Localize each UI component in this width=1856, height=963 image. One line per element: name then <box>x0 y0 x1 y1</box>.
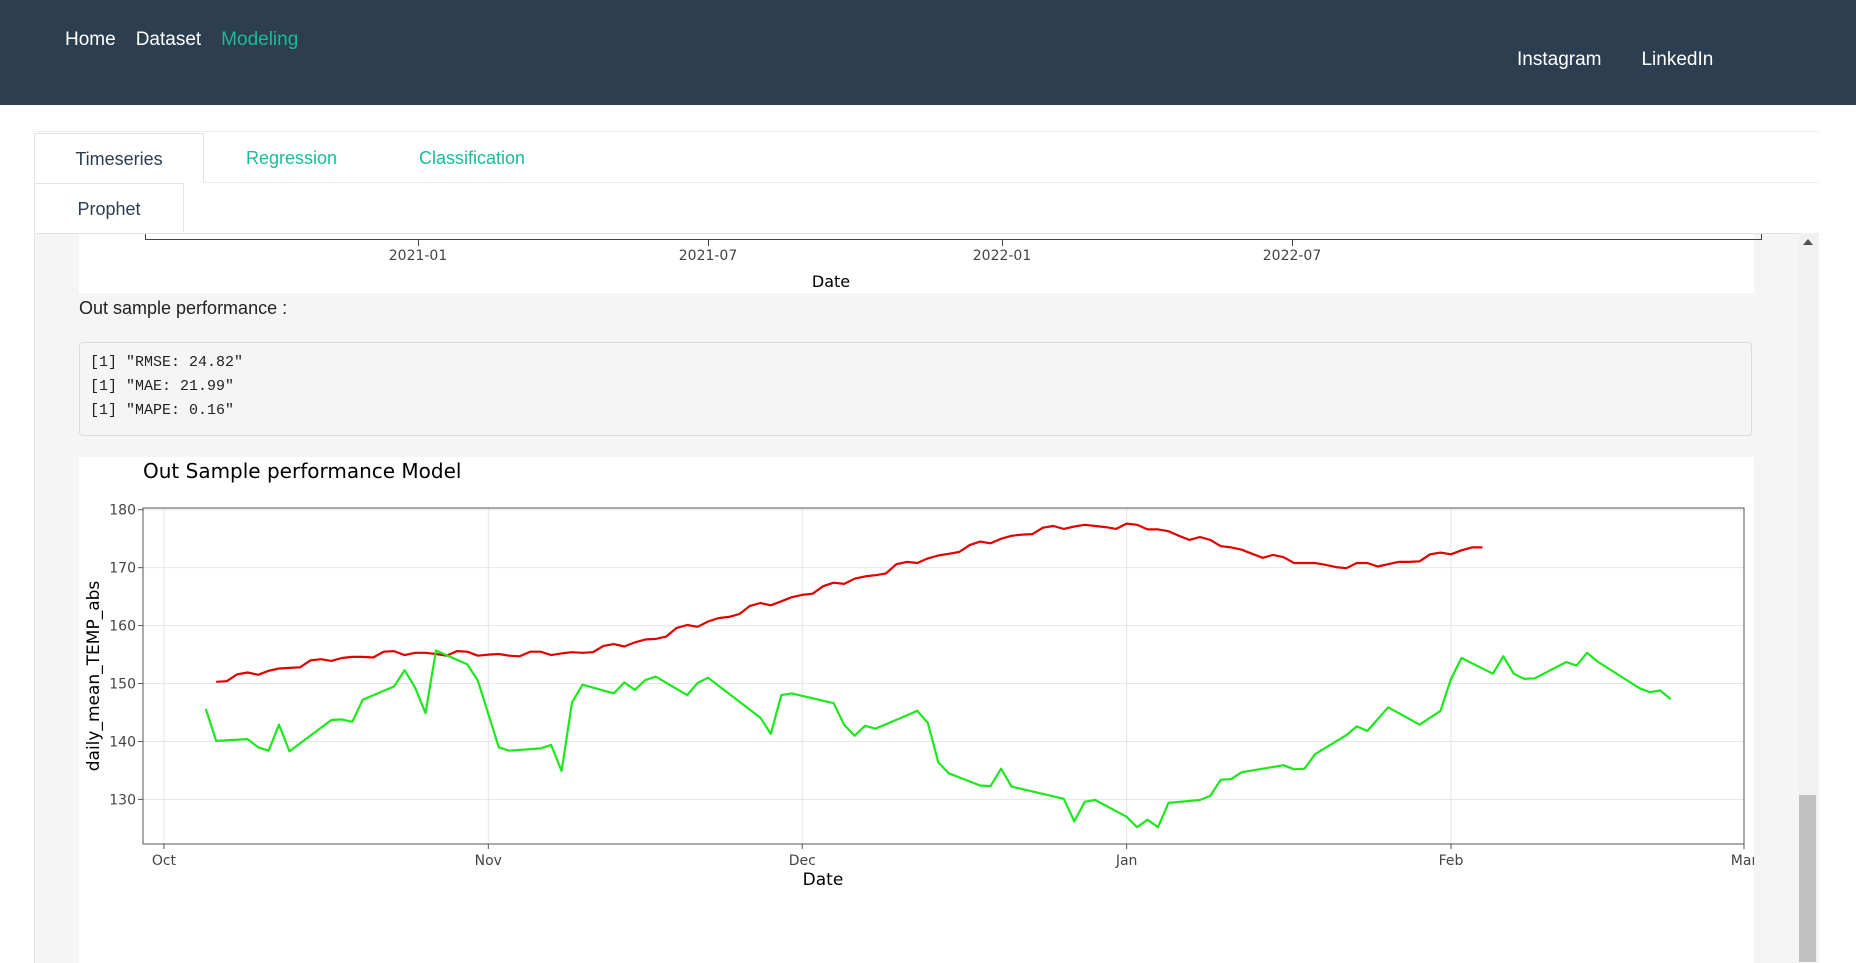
x-tick-label: Feb <box>1439 853 1464 869</box>
y-tick-label: 150 <box>109 677 136 693</box>
previous-plot-bottom: 2021-01 2021-07 2022-01 2022-07 Date <box>79 234 1762 293</box>
y-tick-label: 160 <box>109 619 136 635</box>
y-tick-label: 130 <box>109 792 136 808</box>
metrics-output-block: [1] "RMSE: 24.82" [1] "MAE: 21.99" [1] "… <box>79 342 1752 436</box>
out-sample-performance-heading: Out sample performance : <box>79 298 288 318</box>
tab-regression[interactable]: Regression <box>246 133 337 183</box>
previous-plot-frame <box>145 234 1762 240</box>
mae-output-line: [1] "MAE: 21.99" <box>90 378 235 395</box>
y-tick-label: 180 <box>109 503 136 519</box>
x-tick-label: Jan <box>1115 853 1138 869</box>
nav-linkedin-link[interactable]: LinkedIn <box>1641 49 1713 71</box>
x-tick-label: Dec <box>789 853 816 869</box>
previous-plot-x-tick-label: 2022-01 <box>972 248 1032 264</box>
rmse-output-line: [1] "RMSE: 24.82" <box>90 354 244 371</box>
previous-plot-x-axis-title: Date <box>811 272 851 291</box>
previous-plot-x-tick-label: 2021-01 <box>388 248 448 264</box>
y-axis-title: daily_mean_TEMP_abs <box>84 581 104 772</box>
scroll-up-arrow-icon[interactable] <box>1803 239 1813 245</box>
tab-classification[interactable]: Classification <box>419 133 525 183</box>
previous-plot-x-tick <box>1292 240 1293 246</box>
out-sample-line-chart: Out Sample performance Model 130 140 150 16… <box>84 459 1754 890</box>
nav-links-right: Instagram LinkedIn <box>1517 49 1713 71</box>
scrollbar-thumb[interactable] <box>1799 795 1816 962</box>
x-tick-label: Nov <box>475 853 502 869</box>
previous-plot-x-tick <box>708 240 709 246</box>
x-tick-label: Oct <box>152 853 177 869</box>
tab-timeseries[interactable]: Timeseries <box>34 133 204 183</box>
tab-prophet[interactable]: Prophet <box>34 183 184 233</box>
chart-title: Out Sample performance Model <box>143 459 461 483</box>
x-axis-title: Date <box>803 870 844 890</box>
top-navbar: Home Dataset Modeling Instagram LinkedIn <box>0 0 1856 105</box>
nav-links-left: Home Dataset Modeling <box>65 29 298 51</box>
vertical-scrollbar[interactable] <box>1799 233 1818 962</box>
previous-plot-x-tick <box>418 240 419 246</box>
chart-gridlines <box>143 508 1745 844</box>
tab-content-panel: 2021-01 2021-07 2022-01 2022-07 Date Out… <box>34 233 1819 963</box>
plot-frame <box>142 507 1745 845</box>
x-tick-label: Mar <box>1731 853 1754 869</box>
previous-plot-x-tick-label: 2021-07 <box>678 248 738 264</box>
red-series-line <box>216 522 1483 683</box>
nav-modeling-link[interactable]: Modeling <box>221 29 298 51</box>
previous-plot-x-tick-label: 2022-07 <box>1262 248 1322 264</box>
y-tick-label: 170 <box>109 561 136 577</box>
mape-output-line: [1] "MAPE: 0.16" <box>90 402 235 419</box>
previous-plot-x-tick <box>1002 240 1003 246</box>
out-sample-chart-card: Out Sample performance Model 130 140 150 16… <box>79 457 1754 963</box>
nav-dataset-link[interactable]: Dataset <box>136 29 201 51</box>
nav-instagram-link[interactable]: Instagram <box>1517 49 1601 71</box>
y-tick-label: 140 <box>109 734 136 750</box>
nav-home-link[interactable]: Home <box>65 29 116 51</box>
tab-row-top-divider <box>35 131 1818 132</box>
